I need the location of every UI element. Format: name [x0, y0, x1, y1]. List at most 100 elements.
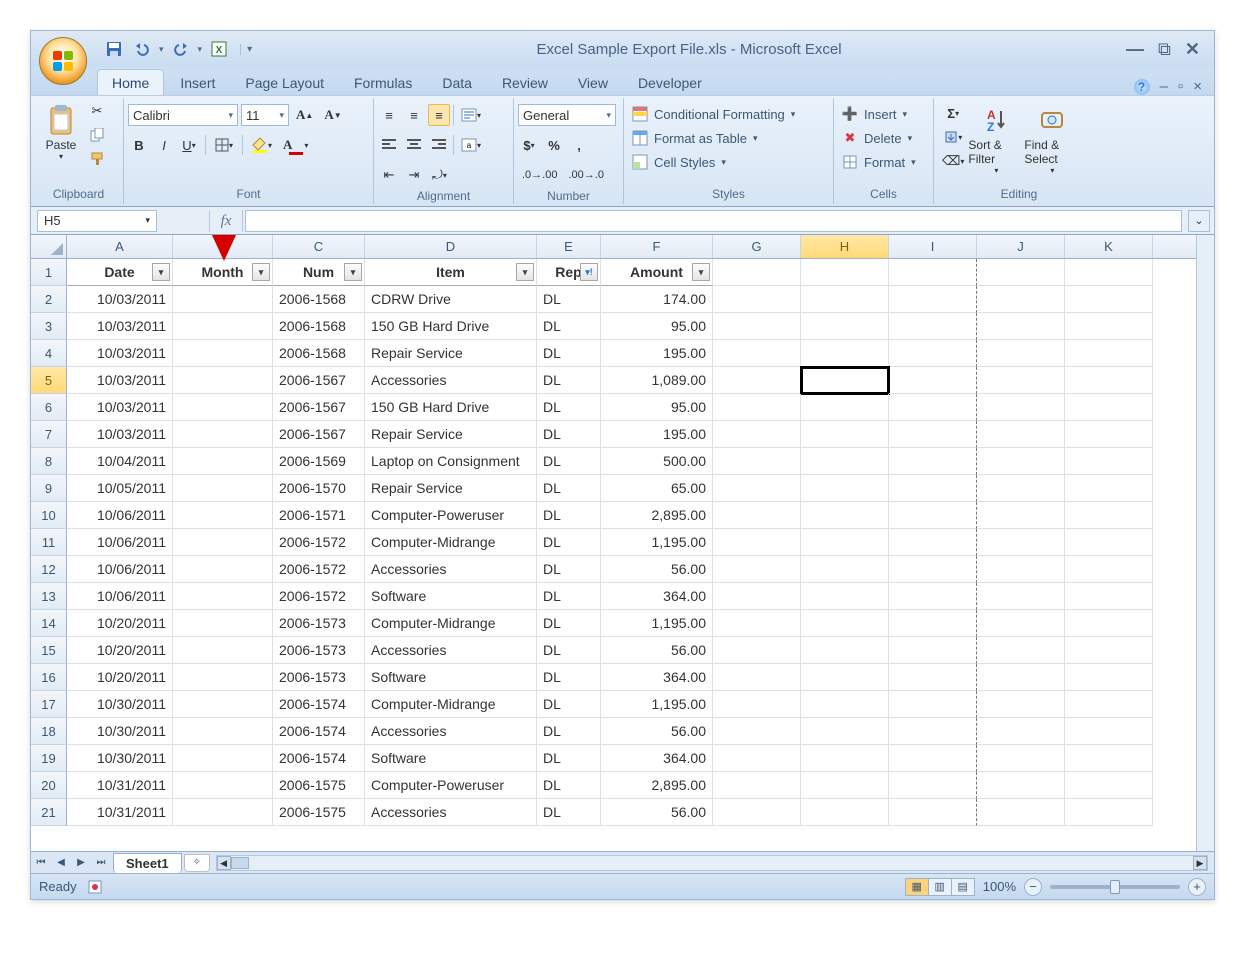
cell[interactable]: 2006-1567	[273, 367, 365, 394]
cell[interactable]: DL	[537, 556, 601, 583]
cell[interactable]: 10/05/2011	[67, 475, 173, 502]
column-header[interactable]: H	[801, 235, 889, 258]
cell[interactable]	[889, 556, 977, 583]
cell[interactable]	[801, 610, 889, 637]
cell[interactable]	[977, 340, 1065, 367]
cell[interactable]: Computer-Poweruser	[365, 502, 537, 529]
format-as-table-button[interactable]: Format as Table▾	[628, 126, 762, 150]
cell[interactable]	[977, 313, 1065, 340]
sheet-nav-next-icon[interactable]: ▶	[71, 854, 91, 872]
cell[interactable]	[801, 556, 889, 583]
cell[interactable]: 10/06/2011	[67, 502, 173, 529]
align-right-icon[interactable]	[428, 134, 450, 156]
cell[interactable]	[977, 475, 1065, 502]
row-header[interactable]: 2	[31, 286, 67, 313]
cell[interactable]	[977, 286, 1065, 313]
view-page-break-icon[interactable]: ▤	[951, 878, 975, 896]
formula-input[interactable]	[245, 210, 1182, 232]
align-middle-icon[interactable]: ≡	[403, 104, 425, 126]
cell[interactable]: DL	[537, 745, 601, 772]
cell[interactable]	[713, 637, 801, 664]
filter-button[interactable]: ▾	[344, 263, 362, 281]
cell[interactable]	[173, 583, 273, 610]
sheet-tab[interactable]: Sheet1	[113, 853, 182, 873]
cell[interactable]: 10/31/2011	[67, 799, 173, 826]
cell[interactable]	[801, 313, 889, 340]
cell[interactable]	[1065, 799, 1153, 826]
grow-font-icon[interactable]: A▲	[292, 104, 317, 126]
cell[interactable]: Computer-Poweruser	[365, 772, 537, 799]
cell[interactable]	[977, 772, 1065, 799]
autosum-icon[interactable]: Σ▾	[938, 102, 968, 124]
column-header[interactable]: K	[1065, 235, 1153, 258]
shrink-font-icon[interactable]: A▼	[320, 104, 345, 126]
cell[interactable]: 364.00	[601, 664, 713, 691]
view-page-layout-icon[interactable]: ▥	[928, 878, 952, 896]
cell[interactable]	[713, 772, 801, 799]
cell[interactable]	[1065, 529, 1153, 556]
tab-page-layout[interactable]: Page Layout	[231, 70, 338, 95]
insert-cells-button[interactable]: ➕Insert▾	[838, 102, 911, 126]
row-header[interactable]: 1	[31, 259, 67, 286]
column-header[interactable]: F	[601, 235, 713, 258]
cell[interactable]: DL	[537, 286, 601, 313]
cell[interactable]	[713, 475, 801, 502]
minimize-icon[interactable]: —	[1126, 39, 1144, 60]
cell[interactable]	[173, 610, 273, 637]
cell[interactable]	[713, 448, 801, 475]
cell[interactable]	[801, 340, 889, 367]
row-header[interactable]: 19	[31, 745, 67, 772]
filter-button[interactable]: ▾!	[580, 263, 598, 281]
cell[interactable]	[889, 529, 977, 556]
cell[interactable]: Software	[365, 583, 537, 610]
cell[interactable]	[977, 259, 1065, 286]
cell[interactable]	[173, 475, 273, 502]
cell[interactable]: 2006-1571	[273, 502, 365, 529]
tab-review[interactable]: Review	[488, 70, 562, 95]
cell[interactable]: 195.00	[601, 340, 713, 367]
italic-icon[interactable]: I	[153, 134, 175, 156]
cell[interactable]	[889, 745, 977, 772]
cell[interactable]: Repair Service	[365, 421, 537, 448]
align-top-icon[interactable]: ≡	[378, 104, 400, 126]
find-select-button[interactable]: Find & Select▾	[1024, 100, 1080, 175]
cell[interactable]: DL	[537, 394, 601, 421]
cell[interactable]	[173, 691, 273, 718]
cell[interactable]	[801, 583, 889, 610]
fill-color-icon[interactable]: ▾	[248, 134, 276, 156]
cell[interactable]	[889, 583, 977, 610]
fill-icon[interactable]: ▾	[938, 126, 968, 148]
row-header[interactable]: 4	[31, 340, 67, 367]
cell[interactable]: Computer-Midrange	[365, 691, 537, 718]
cell[interactable]	[889, 313, 977, 340]
bold-icon[interactable]: B	[128, 134, 150, 156]
cell[interactable]	[801, 502, 889, 529]
cell[interactable]	[801, 637, 889, 664]
cell[interactable]	[977, 610, 1065, 637]
font-color-icon[interactable]: A▾	[279, 134, 312, 156]
office-button[interactable]	[39, 37, 87, 85]
underline-icon[interactable]: U▾	[178, 134, 200, 156]
sheet-nav-first-icon[interactable]: ⏮	[31, 854, 51, 872]
column-header[interactable]: B	[173, 235, 273, 258]
cell[interactable]	[977, 421, 1065, 448]
cell[interactable]: 364.00	[601, 745, 713, 772]
cell[interactable]: 10/06/2011	[67, 529, 173, 556]
align-bottom-icon[interactable]: ≡	[428, 104, 450, 126]
cell[interactable]: 56.00	[601, 556, 713, 583]
cell[interactable]	[801, 799, 889, 826]
row-header[interactable]: 6	[31, 394, 67, 421]
cell[interactable]	[889, 259, 977, 286]
row-header[interactable]: 13	[31, 583, 67, 610]
cell[interactable]: DL	[537, 610, 601, 637]
table-header-cell[interactable]: Month▾	[173, 259, 273, 286]
copy-icon[interactable]	[86, 124, 108, 146]
cell[interactable]: 2,895.00	[601, 502, 713, 529]
cell[interactable]	[977, 394, 1065, 421]
sheet-nav-prev-icon[interactable]: ◀	[51, 854, 71, 872]
cell[interactable]	[713, 421, 801, 448]
cell[interactable]	[1065, 421, 1153, 448]
cell[interactable]	[1065, 664, 1153, 691]
cell[interactable]	[1065, 502, 1153, 529]
cell[interactable]	[977, 745, 1065, 772]
